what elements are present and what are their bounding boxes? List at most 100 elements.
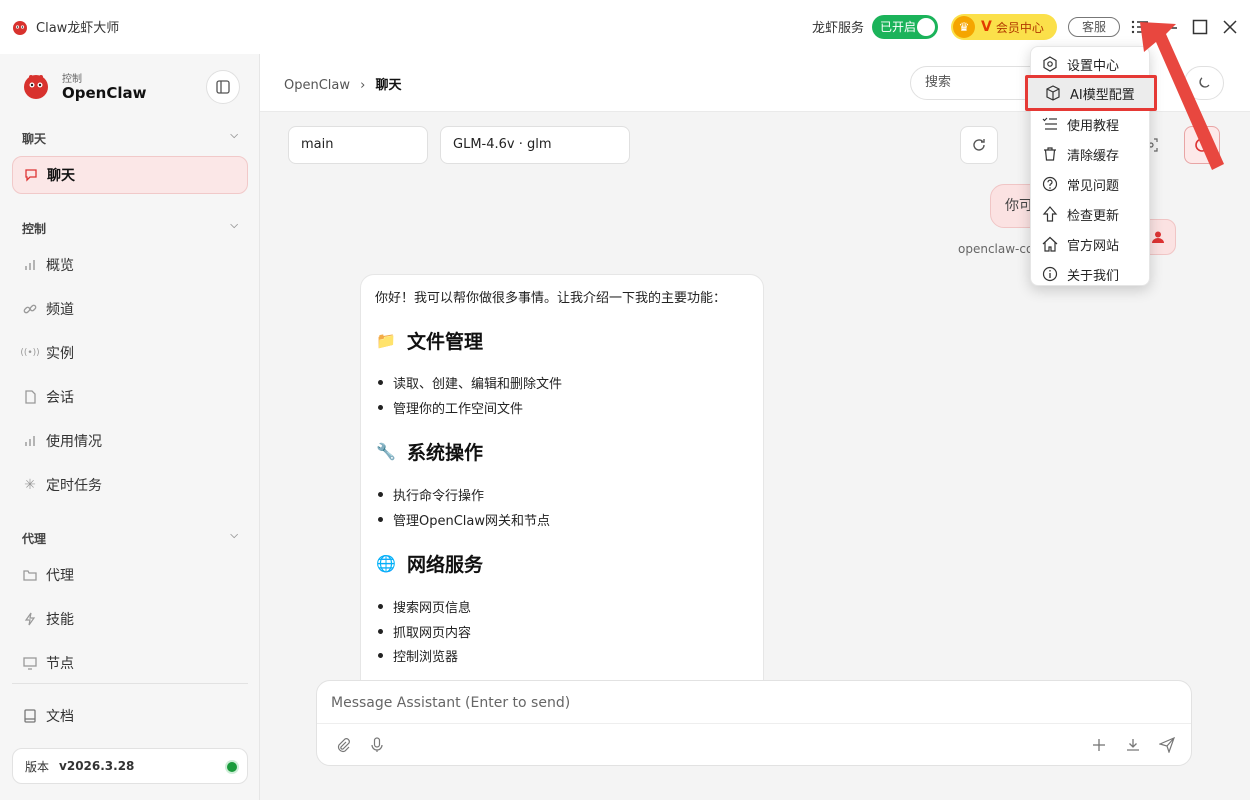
minimize-icon[interactable] — [1158, 15, 1182, 39]
sidebar-item-label: 聊天 — [47, 168, 75, 184]
moon-icon — [1199, 77, 1210, 88]
support-button[interactable]: 客服 — [1068, 17, 1120, 37]
sidebar-item-label: 实例 — [46, 346, 74, 362]
attach-icon[interactable] — [333, 735, 353, 755]
version-value: v2026.3.28 — [59, 759, 135, 773]
menu-item-ai-model-config[interactable]: AI模型配置 — [1025, 75, 1157, 111]
folder-emoji-icon: 📁 — [376, 331, 396, 350]
document-icon — [22, 389, 38, 405]
refresh-button[interactable] — [960, 126, 998, 164]
theme-toggle-button[interactable] — [1184, 66, 1224, 100]
section-header-chat[interactable]: 聊天 ⌵ — [22, 130, 240, 147]
book-icon — [22, 708, 38, 724]
menu-item-check-update[interactable]: 检查更新 — [1031, 199, 1151, 229]
brand-logo-icon — [24, 75, 48, 99]
menu-item-official-site[interactable]: 官方网站 — [1031, 229, 1151, 259]
microphone-icon[interactable] — [367, 735, 387, 755]
sidebar-item-label: 概览 — [46, 258, 74, 274]
toggle-knob — [917, 18, 935, 36]
broadcast-icon: ((•)) — [20, 348, 40, 358]
sidebar-item-channels[interactable]: 频道 — [12, 290, 248, 328]
sidebar-toggle-icon — [216, 80, 230, 94]
breadcrumb-current: 聊天 — [375, 78, 402, 93]
menu-item-label: AI模型配置 — [1070, 87, 1135, 103]
service-toggle-label: 已开启 — [880, 20, 917, 34]
menu-item-label: 设置中心 — [1067, 58, 1120, 74]
list-check-icon — [1041, 115, 1059, 133]
menu-item-faq[interactable]: 常见问题 — [1031, 169, 1151, 199]
sidebar-item-skills[interactable]: 技能 — [12, 600, 248, 638]
section-header-control[interactable]: 控制 ⌵ — [22, 220, 240, 237]
menu-item-tutorial[interactable]: 使用教程 — [1031, 109, 1151, 139]
sidebar-item-instances[interactable]: ((•)) 实例 — [12, 334, 248, 372]
record-button[interactable] — [1184, 126, 1220, 164]
folder-icon — [22, 567, 38, 583]
sidebar-item-usage[interactable]: 使用情况 — [12, 422, 248, 460]
chevron-down-icon: ⌵ — [230, 130, 238, 141]
section-title: 控制 — [22, 222, 47, 236]
list-item: 执行命令行操作 — [377, 485, 484, 504]
app-title: Claw龙虾大师 — [36, 21, 120, 36]
service-toggle[interactable]: 已开启 — [872, 15, 938, 39]
bar-chart-icon — [22, 257, 38, 273]
feature-heading-text: 系统操作 — [407, 442, 484, 464]
sidebar-item-scheduled-tasks[interactable]: ✳ 定时任务 — [12, 466, 248, 504]
download-icon[interactable] — [1123, 735, 1143, 755]
sidebar-item-chat[interactable]: 聊天 — [12, 156, 248, 194]
close-icon[interactable] — [1218, 15, 1242, 39]
menu-item-about[interactable]: 关于我们 — [1031, 259, 1151, 289]
loader-icon: ✳ — [24, 477, 36, 493]
section-title: 聊天 — [22, 132, 47, 146]
model-select[interactable]: GLM-4.6v · glm — [440, 126, 630, 164]
sidebar-item-nodes[interactable]: 节点 — [12, 644, 248, 682]
breadcrumb: OpenClaw › 聊天 — [284, 74, 402, 93]
cube-icon — [1044, 84, 1062, 102]
menu-item-label: 常见问题 — [1067, 178, 1120, 194]
list-item: 管理你的工作空间文件 — [377, 398, 523, 417]
settings-dropdown-menu: 设置中心 AI模型配置 使用教程 清除缓存 常见问题 检查更新 官方网站 关于我… — [1025, 46, 1157, 289]
sidebar-item-label: 会话 — [46, 390, 74, 406]
bolt-icon — [22, 611, 38, 627]
bar-chart-icon — [22, 433, 38, 449]
menu-list-icon[interactable] — [1128, 15, 1152, 39]
list-item: 搜索网页信息 — [377, 597, 471, 616]
vip-center-button[interactable]: ♛ V 会员中心 — [951, 14, 1057, 40]
menu-item-label: 清除缓存 — [1067, 148, 1120, 164]
maximize-icon[interactable] — [1188, 15, 1212, 39]
breadcrumb-root[interactable]: OpenClaw — [284, 78, 350, 93]
stop-circle-icon — [1195, 138, 1209, 152]
arrow-up-icon — [1041, 205, 1059, 223]
section-title: 代理 — [22, 532, 47, 546]
list-item: 控制浏览器 — [377, 646, 458, 665]
version-label: 版本 — [25, 759, 50, 774]
sidebar-item-label: 定时任务 — [46, 478, 102, 494]
menu-item-clear-cache[interactable]: 清除缓存 — [1031, 139, 1151, 169]
sidebar-item-label: 使用情况 — [46, 434, 102, 450]
refresh-icon — [973, 139, 985, 151]
info-icon — [1041, 265, 1059, 283]
trash-icon — [1041, 145, 1059, 163]
monitor-icon — [22, 655, 38, 671]
section-header-agents[interactable]: 代理 ⌵ — [22, 530, 240, 547]
brand-subtitle: 控制 — [62, 74, 82, 85]
globe-emoji-icon: 🌐 — [376, 554, 396, 573]
service-label: 龙虾服务 — [812, 21, 865, 36]
app-logo-icon — [13, 21, 27, 35]
feature-heading-network: 🌐 网络服务 — [375, 550, 483, 577]
sidebar-item-overview[interactable]: 概览 — [12, 246, 248, 284]
chevron-down-icon: ⌵ — [230, 220, 238, 231]
sidebar-item-docs[interactable]: 文档 — [12, 697, 248, 735]
sidebar-item-sessions[interactable]: 会话 — [12, 378, 248, 416]
collapse-sidebar-button[interactable] — [206, 70, 240, 104]
sidebar-item-label: 节点 — [46, 656, 74, 672]
vip-letter: V — [981, 19, 992, 35]
session-select[interactable]: main — [288, 126, 428, 164]
message-input[interactable]: Message Assistant (Enter to send) — [331, 695, 570, 711]
home-icon — [1041, 235, 1059, 253]
sidebar-item-agents[interactable]: 代理 — [12, 556, 248, 594]
plus-icon[interactable] — [1089, 735, 1109, 755]
message-composer[interactable]: Message Assistant (Enter to send) — [316, 680, 1192, 766]
sidebar-divider — [12, 683, 248, 684]
sidebar-item-label: 代理 — [46, 568, 74, 584]
send-icon[interactable] — [1157, 735, 1177, 755]
